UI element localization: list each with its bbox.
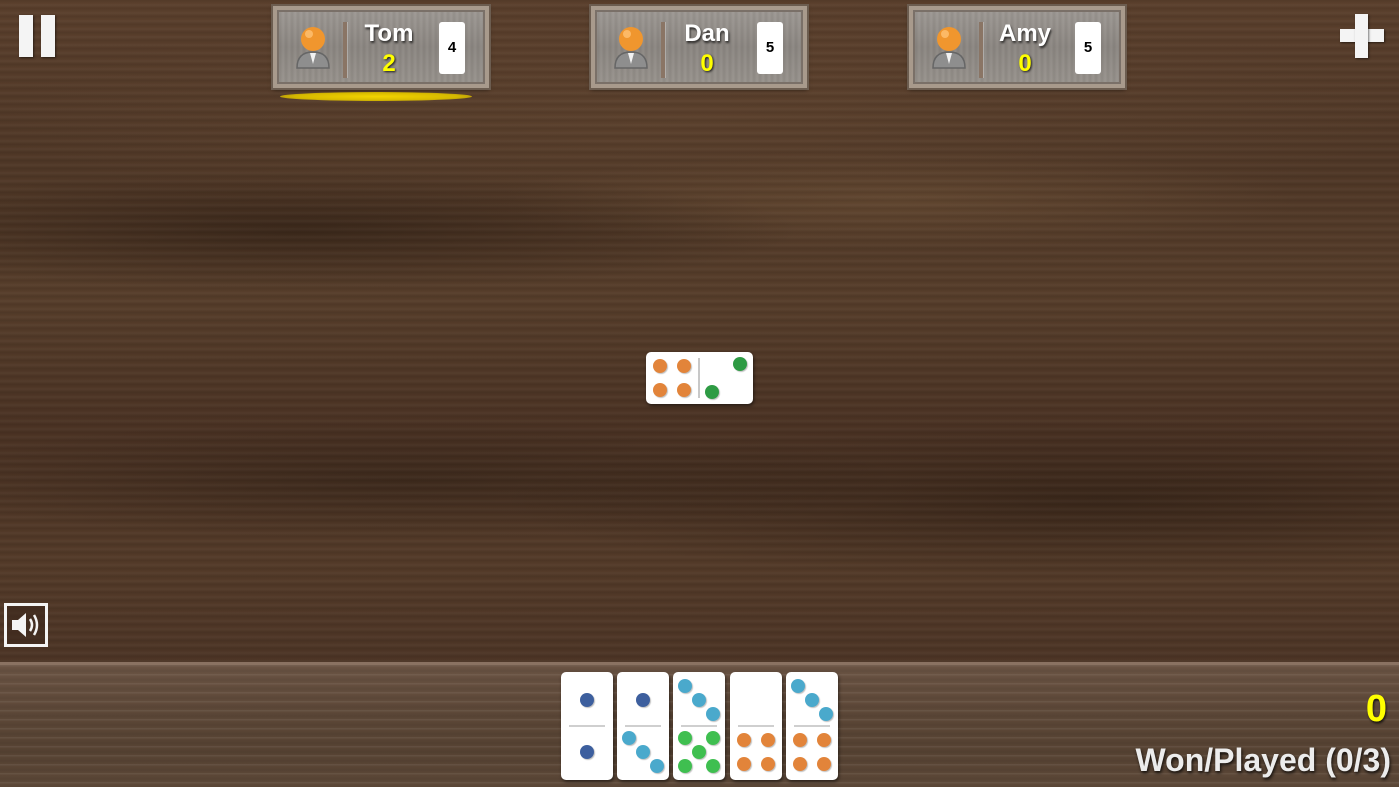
domino-pip bbox=[692, 745, 706, 759]
domino-pip bbox=[704, 385, 719, 400]
domino-divider bbox=[625, 725, 661, 727]
plus-icon-vertical bbox=[1355, 14, 1368, 58]
domino-pip bbox=[636, 745, 650, 759]
panel-divider bbox=[343, 22, 347, 78]
domino-pip bbox=[652, 358, 667, 373]
panel-divider bbox=[979, 22, 983, 78]
domino-pip bbox=[677, 358, 692, 373]
domino-pip bbox=[580, 745, 594, 759]
domino-divider bbox=[569, 725, 605, 727]
domino-pip bbox=[677, 678, 692, 693]
domino-pip bbox=[817, 757, 832, 772]
domino-pip bbox=[817, 732, 832, 747]
domino-pip bbox=[652, 383, 667, 398]
domino-pip bbox=[706, 759, 721, 774]
domino-pip bbox=[736, 732, 751, 747]
tiles-remaining-badge: 4 bbox=[439, 22, 465, 74]
domino-pip bbox=[692, 693, 706, 707]
player-panel-dan: Dan 0 5 bbox=[589, 4, 809, 90]
tiles-remaining-badge: 5 bbox=[1075, 22, 1101, 74]
domino-pip bbox=[736, 757, 751, 772]
hand-domino-0-4[interactable] bbox=[730, 672, 782, 780]
domino-pip bbox=[792, 757, 807, 772]
player-score: 0 bbox=[1018, 50, 1032, 77]
hand-domino-1-1[interactable] bbox=[561, 672, 613, 780]
domino-divider bbox=[738, 725, 774, 727]
player-avatar-icon bbox=[614, 27, 648, 69]
active-turn-indicator bbox=[280, 92, 472, 101]
player-name: Amy bbox=[998, 20, 1052, 47]
speaker-icon bbox=[12, 613, 39, 637]
player-name: Tom bbox=[364, 20, 414, 47]
player-panel-tom: Tom 2 4 bbox=[271, 4, 491, 90]
round-score: 0 bbox=[1365, 688, 1387, 730]
player-score: 0 bbox=[700, 50, 714, 77]
panel-divider bbox=[661, 22, 665, 78]
player-panel-amy: Amy 0 5 bbox=[907, 4, 1127, 90]
domino-pip bbox=[621, 730, 636, 745]
domino-pip bbox=[805, 693, 819, 707]
domino-pip bbox=[677, 759, 692, 774]
domino-pip bbox=[636, 693, 650, 707]
pause-icon-bar-right bbox=[41, 15, 55, 57]
pause-icon-bar-left bbox=[19, 15, 33, 57]
pause-button[interactable] bbox=[18, 15, 56, 57]
board-domino-4-2 bbox=[646, 352, 753, 404]
domino-pip bbox=[819, 707, 834, 722]
domino-pip bbox=[733, 356, 748, 371]
game-table bbox=[0, 0, 1399, 662]
player-score: 2 bbox=[382, 50, 396, 77]
tiles-remaining-badge: 5 bbox=[757, 22, 783, 74]
domino-pip bbox=[650, 759, 665, 774]
domino-pip bbox=[677, 730, 692, 745]
domino-pip bbox=[706, 707, 721, 722]
player-name: Dan bbox=[684, 20, 730, 47]
hand-domino-1-3[interactable] bbox=[617, 672, 669, 780]
domino-pip bbox=[761, 732, 776, 747]
domino-pip bbox=[790, 678, 805, 693]
domino-pip bbox=[677, 383, 692, 398]
hand-domino-3-4[interactable] bbox=[786, 672, 838, 780]
won-played-label: Won/Played (0/3) bbox=[1135, 742, 1391, 778]
player-avatar-icon bbox=[296, 27, 330, 69]
domino-pip bbox=[706, 730, 721, 745]
domino-divider bbox=[794, 725, 830, 727]
hand-domino-3-5[interactable] bbox=[673, 672, 725, 780]
domino-pip bbox=[580, 693, 594, 707]
add-button[interactable] bbox=[1340, 14, 1384, 58]
sound-toggle-button[interactable] bbox=[4, 603, 48, 647]
domino-pip bbox=[792, 732, 807, 747]
domino-divider bbox=[698, 358, 700, 398]
domino-divider bbox=[681, 725, 717, 727]
domino-pip bbox=[761, 757, 776, 772]
player-avatar-icon bbox=[932, 27, 966, 69]
